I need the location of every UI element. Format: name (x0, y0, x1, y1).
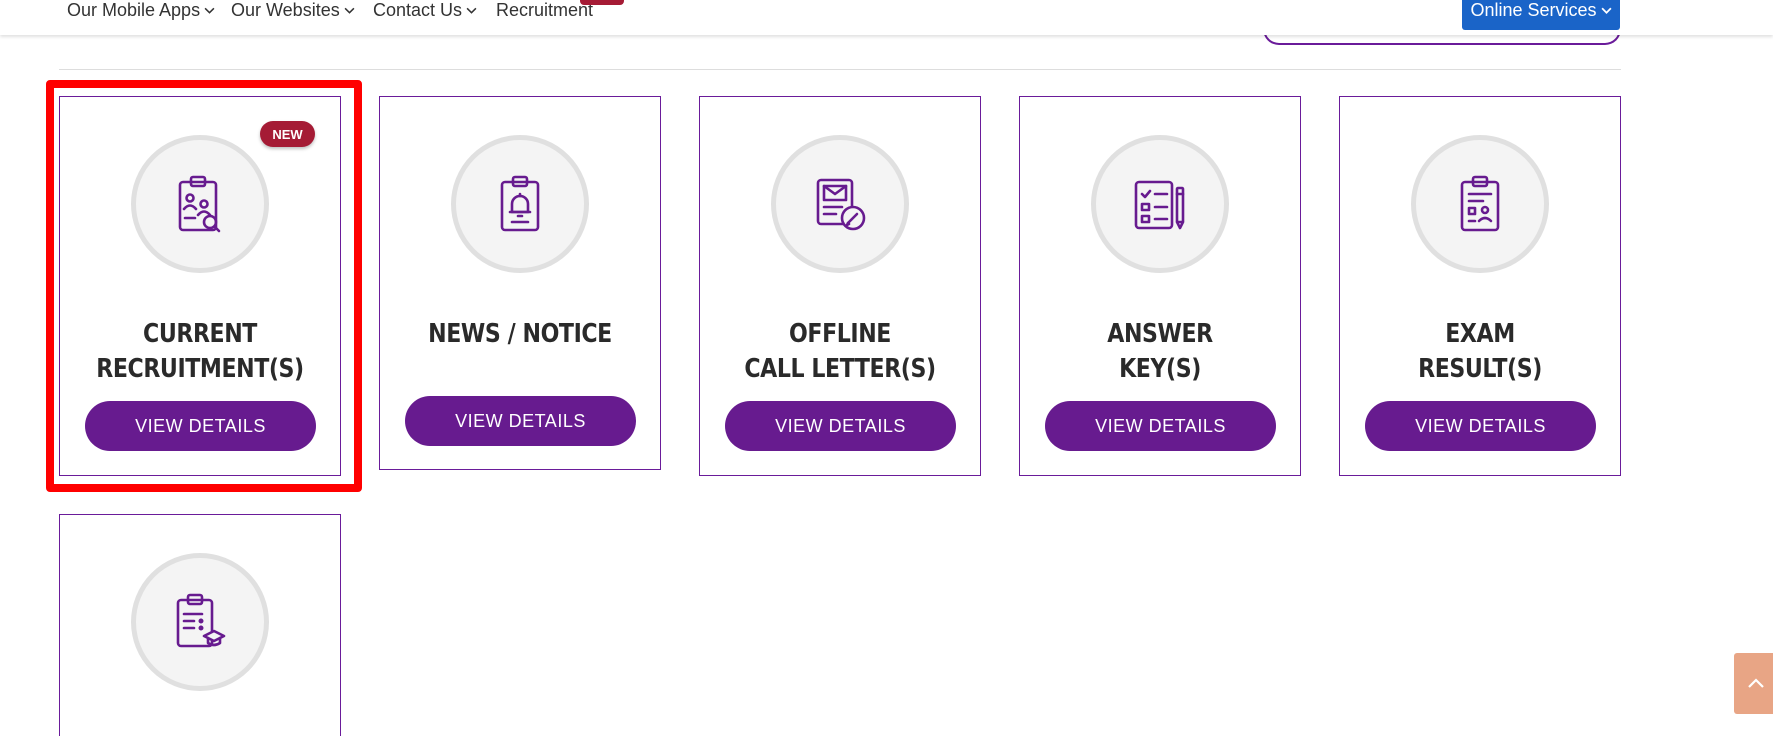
call-letter-envelope-icon (816, 178, 866, 231)
notice-bell-clipboard-icon (500, 175, 540, 232)
card-title-line1: ANSWER (1107, 319, 1213, 349)
chevron-up-icon (1748, 677, 1764, 688)
exam-result-clipboard-icon (1460, 175, 1500, 232)
card-title-line2: CALL LETTER(S) (744, 354, 936, 384)
icon-circle (1091, 135, 1229, 273)
recruitment-clipboard-icon (178, 175, 221, 233)
nav-item-label: Our Mobile Apps (67, 0, 201, 20)
card-title-line1: CURRENT (143, 319, 257, 349)
education-clipboard-icon (176, 593, 226, 648)
card-answer-keys: ANSWER KEY(S) VIEW DETAILS (1019, 96, 1301, 476)
section-divider (59, 69, 1621, 70)
answer-key-checklist-icon (1134, 180, 1185, 230)
icon-circle (771, 135, 909, 273)
card-title-line2: KEY(S) (1119, 354, 1201, 384)
nav-new-badge (580, 0, 624, 5)
view-details-button[interactable]: VIEW DETAILS (405, 396, 636, 446)
nav-item-our-mobile-apps[interactable]: Our Mobile Apps (67, 0, 215, 20)
online-services-button[interactable]: Online Services (1462, 0, 1620, 30)
view-details-button[interactable]: VIEW DETAILS (1045, 401, 1276, 451)
chevron-down-icon (466, 7, 477, 14)
chevron-down-icon (1601, 7, 1612, 14)
card-education (59, 514, 341, 736)
nav-item-our-websites[interactable]: Our Websites (231, 0, 355, 20)
card-current-recruitments: NEW CURRENT RECRUITMENT(S) VIEW DETAILS (59, 96, 341, 476)
icon-circle (451, 135, 589, 273)
top-navigation-bar: Our Mobile Apps Our Websites Contact Us … (0, 0, 1773, 35)
card-title-line2: RESULT(S) (1418, 354, 1542, 384)
card-title-line1: OFFLINE (789, 319, 891, 349)
view-details-button[interactable]: VIEW DETAILS (725, 401, 956, 451)
scroll-to-top-button[interactable] (1734, 653, 1773, 714)
icon-circle (1411, 135, 1549, 273)
view-details-button[interactable]: VIEW DETAILS (1365, 401, 1596, 451)
nav-item-label: Our Websites (231, 0, 340, 20)
nav-item-contact-us[interactable]: Contact Us (373, 0, 477, 20)
new-badge: NEW (260, 121, 315, 147)
nav-item-label: Contact Us (373, 0, 463, 20)
card-exam-results: EXAM RESULT(S) VIEW DETAILS (1339, 96, 1621, 476)
card-news-notice: NEWS / NOTICE VIEW DETAILS (379, 96, 661, 470)
card-offline-call-letters: OFFLINE CALL LETTER(S) VIEW DETAILS (699, 96, 981, 476)
nav-item-label: Recruitment (496, 0, 594, 20)
icon-circle (131, 135, 269, 273)
chevron-down-icon (344, 7, 355, 14)
icon-circle (131, 553, 269, 691)
card-title-line1: NEWS / NOTICE (428, 319, 612, 349)
card-title-line1: EXAM (1445, 319, 1515, 349)
view-details-button[interactable]: VIEW DETAILS (85, 401, 316, 451)
nav-item-recruitment[interactable]: Recruitment (496, 0, 593, 20)
chevron-down-icon (204, 7, 215, 14)
online-services-label: Online Services (1470, 0, 1597, 20)
card-title-line2: RECRUITMENT(S) (96, 354, 304, 384)
